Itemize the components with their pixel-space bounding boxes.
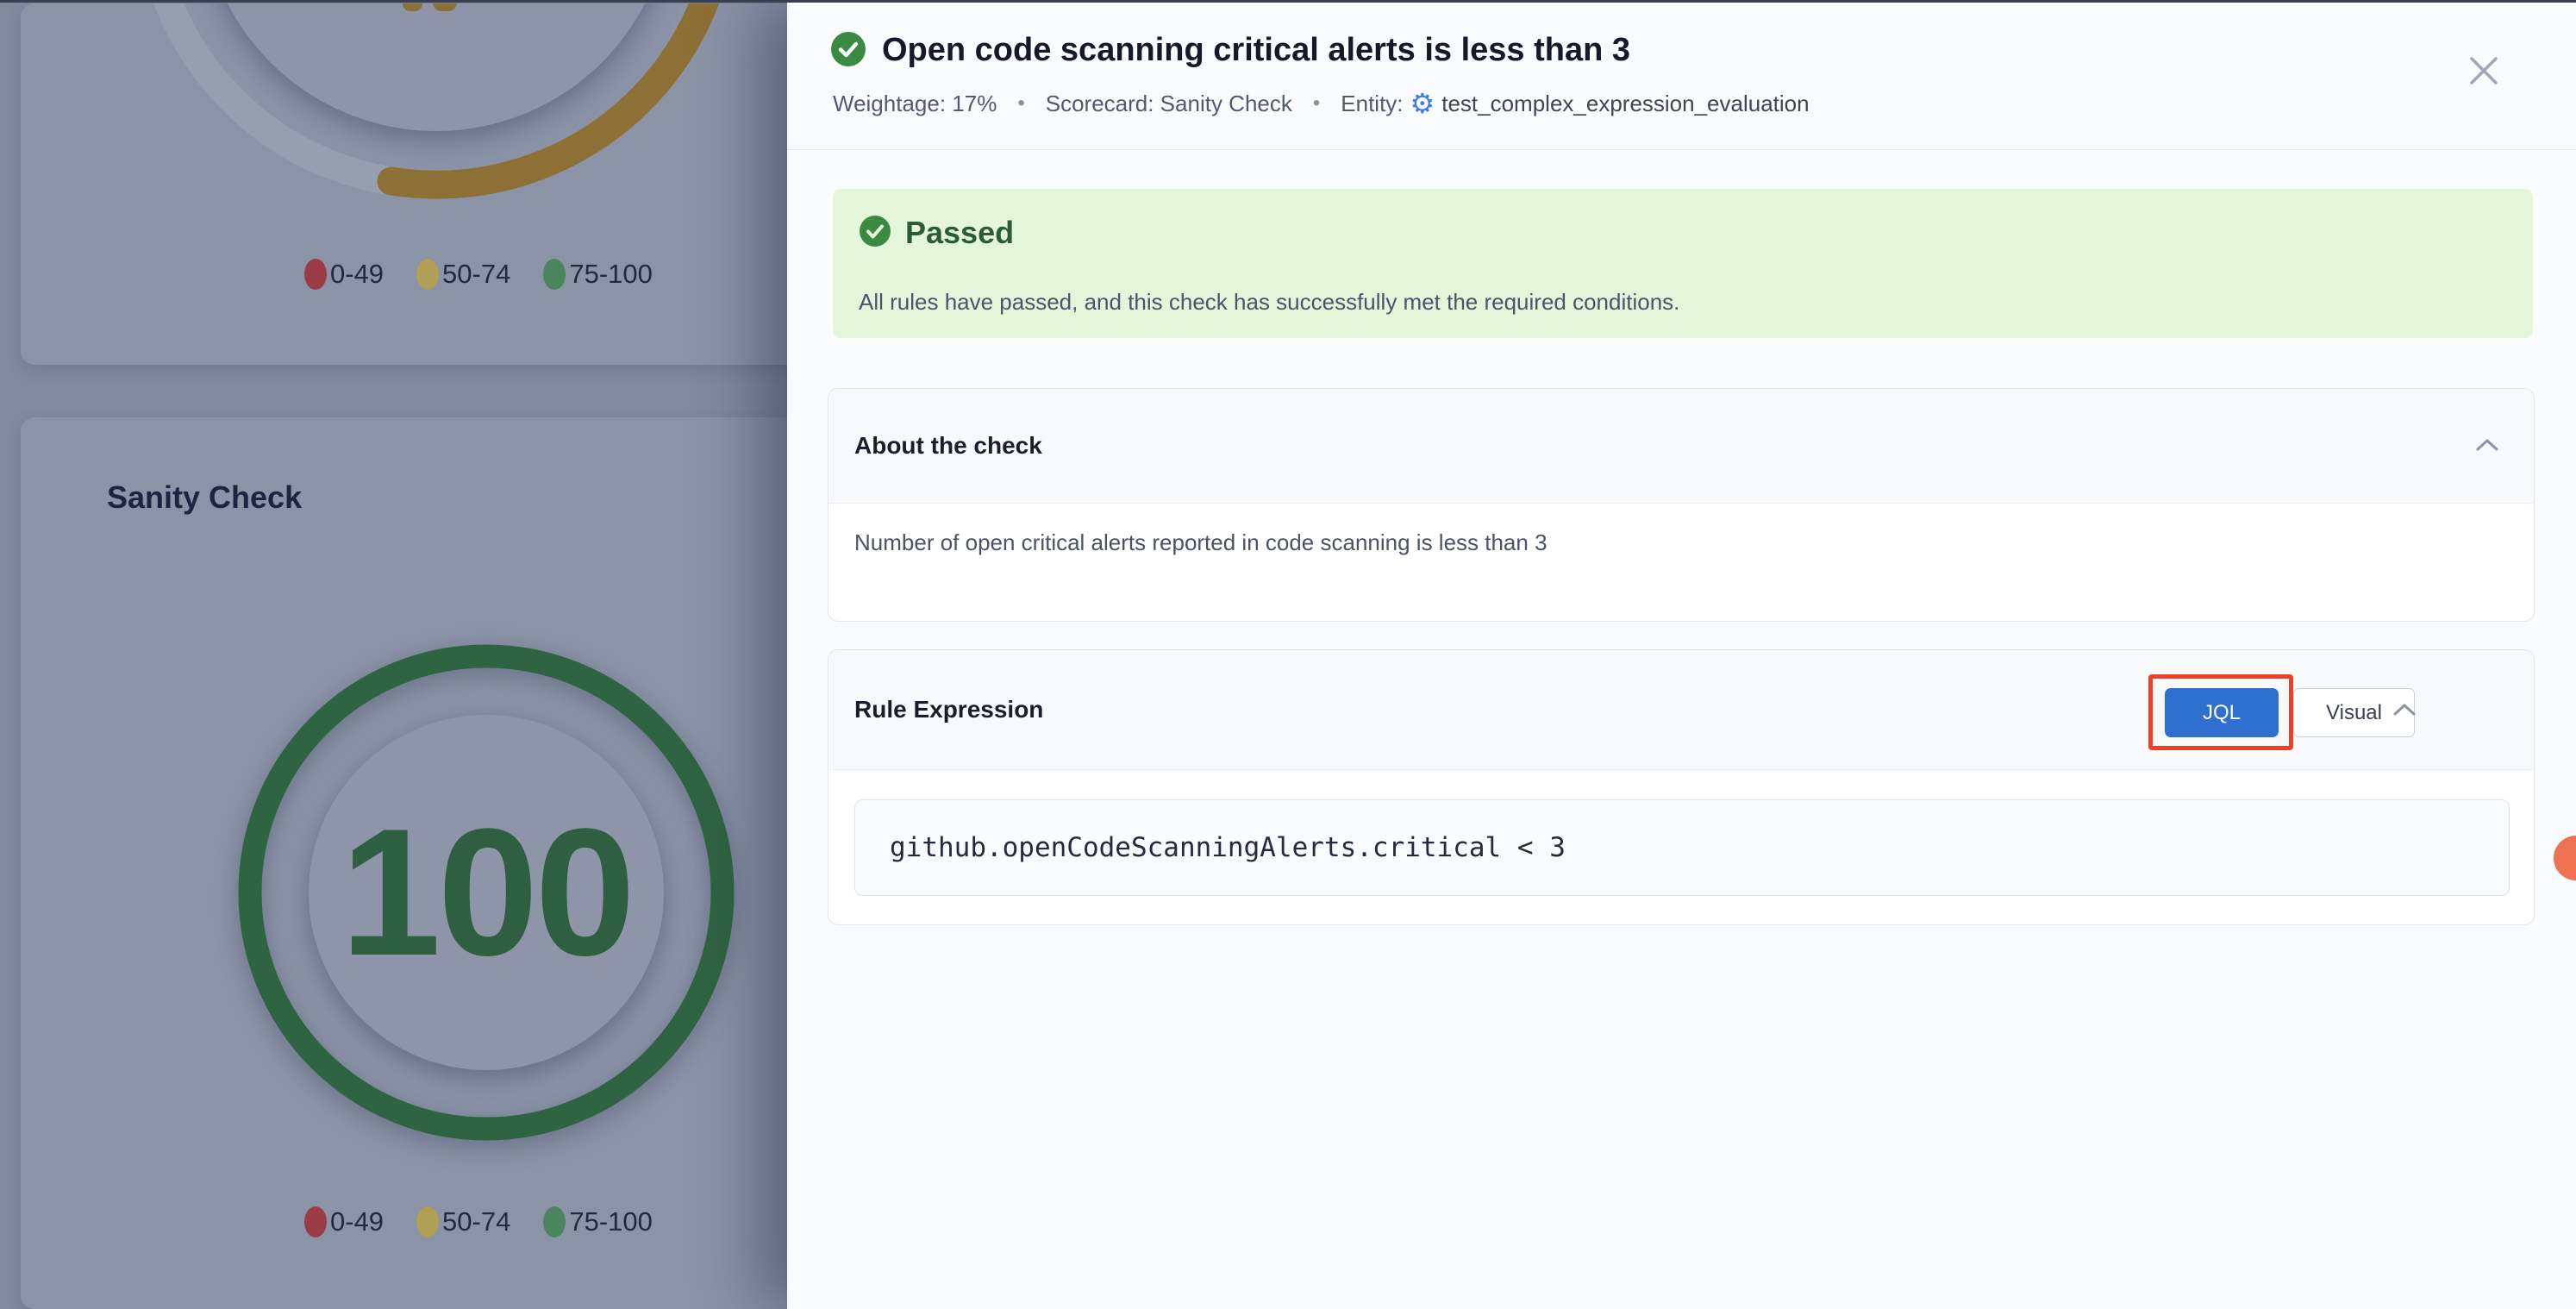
scorecard-text: Scorecard: Sanity Check	[1046, 91, 1292, 117]
legend-gold-dot	[416, 1206, 439, 1237]
chevron-up-icon	[2392, 703, 2417, 717]
legend-item-mid: 50-74	[416, 259, 510, 290]
entity-value-link[interactable]: test_complex_expression_evaluation	[1441, 91, 1809, 117]
rule-expression-section: Rule Expression JQL Visual github.openCo…	[828, 649, 2535, 925]
legend-item-high: 75-100	[543, 259, 653, 290]
chevron-up-icon	[2475, 438, 2499, 452]
legend-label: 0-49	[330, 1206, 384, 1237]
legend-label: 50-74	[442, 259, 510, 290]
check-meta-row: Weightage: 17% • Scorecard: Sanity Check…	[833, 90, 1810, 117]
check-passed-icon	[830, 31, 866, 67]
legend-label: 0-49	[330, 259, 384, 290]
modal-title: Open code scanning critical alerts is le…	[882, 29, 1630, 71]
entity-label: Entity:	[1341, 91, 1403, 117]
passed-status-banner: Passed All rules have passed, and this c…	[833, 189, 2533, 338]
legend-red-dot	[304, 1206, 327, 1237]
bullet-separator: •	[1313, 91, 1320, 116]
score-range-legend: 0-49 50-74 75-100	[304, 1206, 653, 1237]
about-section-description: Number of open critical alerts reported …	[854, 529, 1547, 556]
legend-green-dot	[543, 259, 566, 290]
close-button[interactable]	[2463, 50, 2504, 91]
passed-status-title: Passed	[905, 215, 1014, 251]
legend-item-mid: 50-74	[416, 1206, 510, 1237]
rule-expression-text: github.openCodeScanningAlerts.critical <…	[890, 832, 1566, 863]
legend-gold-dot	[416, 259, 439, 290]
bullet-separator: •	[1017, 91, 1024, 116]
about-section-title: About the check	[854, 432, 1042, 460]
rule-expression-code-box: github.openCodeScanningAlerts.critical <…	[854, 799, 2510, 896]
collapse-button[interactable]	[2470, 429, 2504, 463]
legend-item-high: 75-100	[543, 1206, 653, 1237]
entity-group: Entity: ⚙ test_complex_expression_evalua…	[1341, 90, 1809, 117]
about-the-check-section: About the check Number of open critical …	[828, 388, 2535, 622]
score-range-legend: 0-49 50-74 75-100	[304, 259, 653, 290]
gauge-inner-disc	[202, 3, 671, 131]
weightage-text: Weightage: 17%	[833, 91, 997, 117]
window-top-edge	[0, 0, 2576, 3]
about-section-header[interactable]: About the check	[828, 389, 2534, 504]
gauge-score-value: 100	[228, 799, 745, 986]
legend-label: 75-100	[569, 1206, 653, 1237]
rule-section-title: Rule Expression	[854, 696, 1043, 723]
check-details-modal: Open code scanning critical alerts is le…	[787, 0, 2576, 1309]
collapse-button[interactable]	[2387, 693, 2422, 728]
gear-icon: ⚙	[1410, 90, 1435, 117]
passed-status-description: All rules have passed, and this check ha…	[859, 289, 1679, 316]
legend-label: 75-100	[569, 259, 653, 290]
legend-green-dot	[543, 1206, 566, 1237]
passed-check-icon	[859, 215, 891, 247]
rule-section-header: Rule Expression JQL Visual	[828, 650, 2534, 770]
legend-item-low: 0-49	[304, 1206, 384, 1237]
legend-item-low: 0-49	[304, 259, 384, 290]
close-icon	[2463, 50, 2504, 91]
header-divider	[787, 149, 2576, 150]
jql-highlight-annotation	[2148, 674, 2293, 750]
legend-label: 50-74	[442, 1206, 510, 1237]
legend-red-dot	[304, 259, 327, 290]
